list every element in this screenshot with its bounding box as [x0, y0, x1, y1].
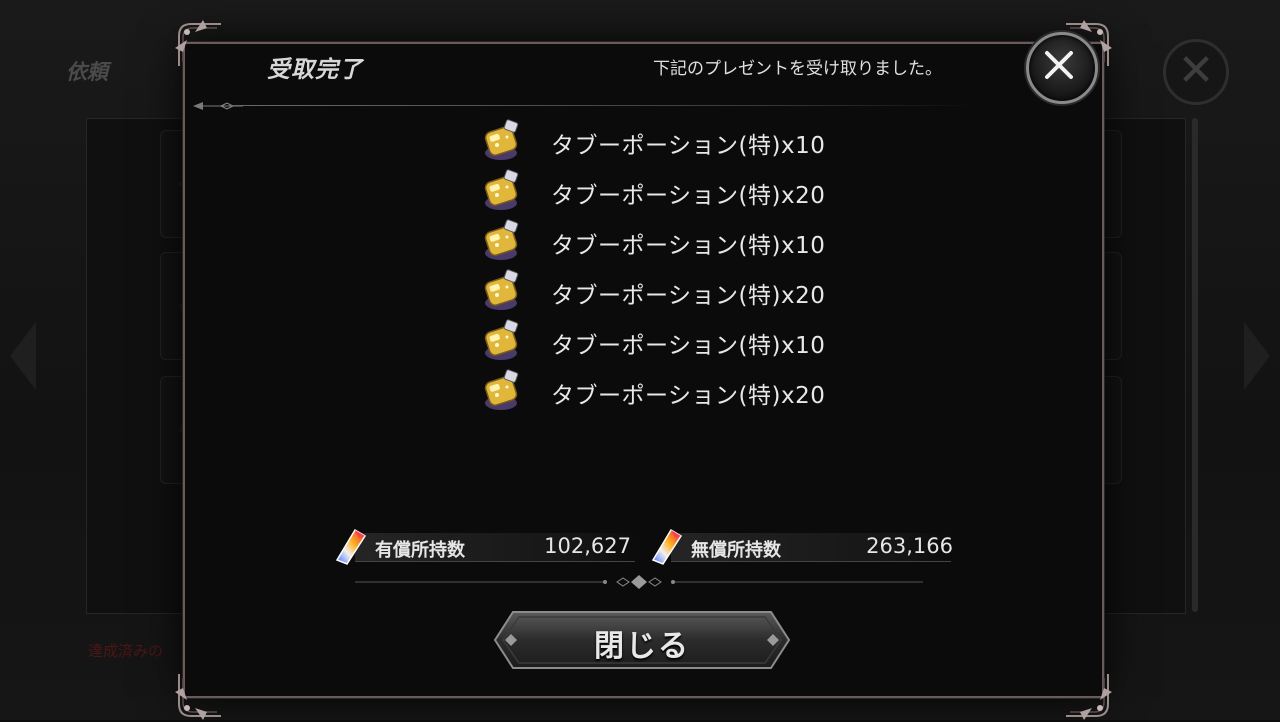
background-arrow-left-icon — [10, 322, 36, 390]
close-dialog-button[interactable]: 閉じる — [493, 610, 791, 670]
free-currency-value: 263,166 — [866, 534, 953, 558]
free-currency-label: 無償所持数 — [691, 540, 781, 561]
close-button[interactable] — [1026, 32, 1098, 104]
background-title: 依頼 — [66, 60, 108, 84]
reward-item: タブーポーション(特)x20 — [481, 366, 901, 416]
dialog-title: 受取完了 — [267, 57, 363, 83]
reward-item: タブーポーション(特)x10 — [481, 116, 901, 166]
reward-list: タブーポーション(特)x10 タブーポーション(特)x20 タブーポーション(特… — [481, 116, 901, 416]
reward-item-label: タブーポーション(特)x10 — [551, 133, 826, 159]
bottom-divider — [355, 575, 923, 589]
reward-item: タブーポーション(特)x20 — [481, 266, 901, 316]
crystal-icon — [335, 528, 367, 565]
potion-icon — [484, 119, 519, 160]
reward-item-label: タブーポーション(特)x20 — [551, 383, 826, 409]
potion-icon — [484, 319, 519, 360]
free-currency-balance: 無償所持数 263,166 — [649, 528, 953, 565]
divider-ornament-icon — [193, 102, 243, 110]
paid-currency-label: 有償所持数 — [375, 540, 465, 561]
potion-icon — [484, 169, 519, 210]
reward-item: タブーポーション(特)x10 — [481, 316, 901, 366]
reward-received-dialog: 受取完了 下記のプレゼントを受け取りました。 タブーポーション(特)x10 タブ… — [175, 20, 1112, 720]
dialog-message: 下記のプレゼントを受け取りました。 — [653, 59, 942, 79]
potion-icon — [484, 219, 519, 260]
paid-currency-value: 102,627 — [544, 534, 631, 558]
close-dialog-button-label: 閉じる — [594, 629, 690, 664]
reward-item: タブーポーション(特)x20 — [481, 166, 901, 216]
paid-currency-balance: 有償所持数 102,627 — [333, 528, 635, 565]
crystal-icon — [651, 528, 683, 565]
potion-icon — [484, 269, 519, 310]
potion-icon — [484, 369, 519, 410]
title-divider — [189, 102, 979, 110]
background-close-icon: ✕ — [1163, 39, 1229, 105]
reward-item-label: タブーポーション(特)x10 — [551, 333, 826, 359]
reward-item-label: タブーポーション(特)x20 — [551, 283, 826, 309]
reward-item: タブーポーション(特)x10 — [481, 216, 901, 266]
background-scrollbar — [1192, 118, 1198, 612]
reward-item-label: タブーポーション(特)x20 — [551, 183, 826, 209]
background-notice: 達成済みの — [88, 642, 164, 660]
close-icon — [1045, 51, 1073, 79]
reward-item-label: タブーポーション(特)x10 — [551, 233, 826, 259]
background-arrow-right-icon — [1244, 322, 1270, 390]
